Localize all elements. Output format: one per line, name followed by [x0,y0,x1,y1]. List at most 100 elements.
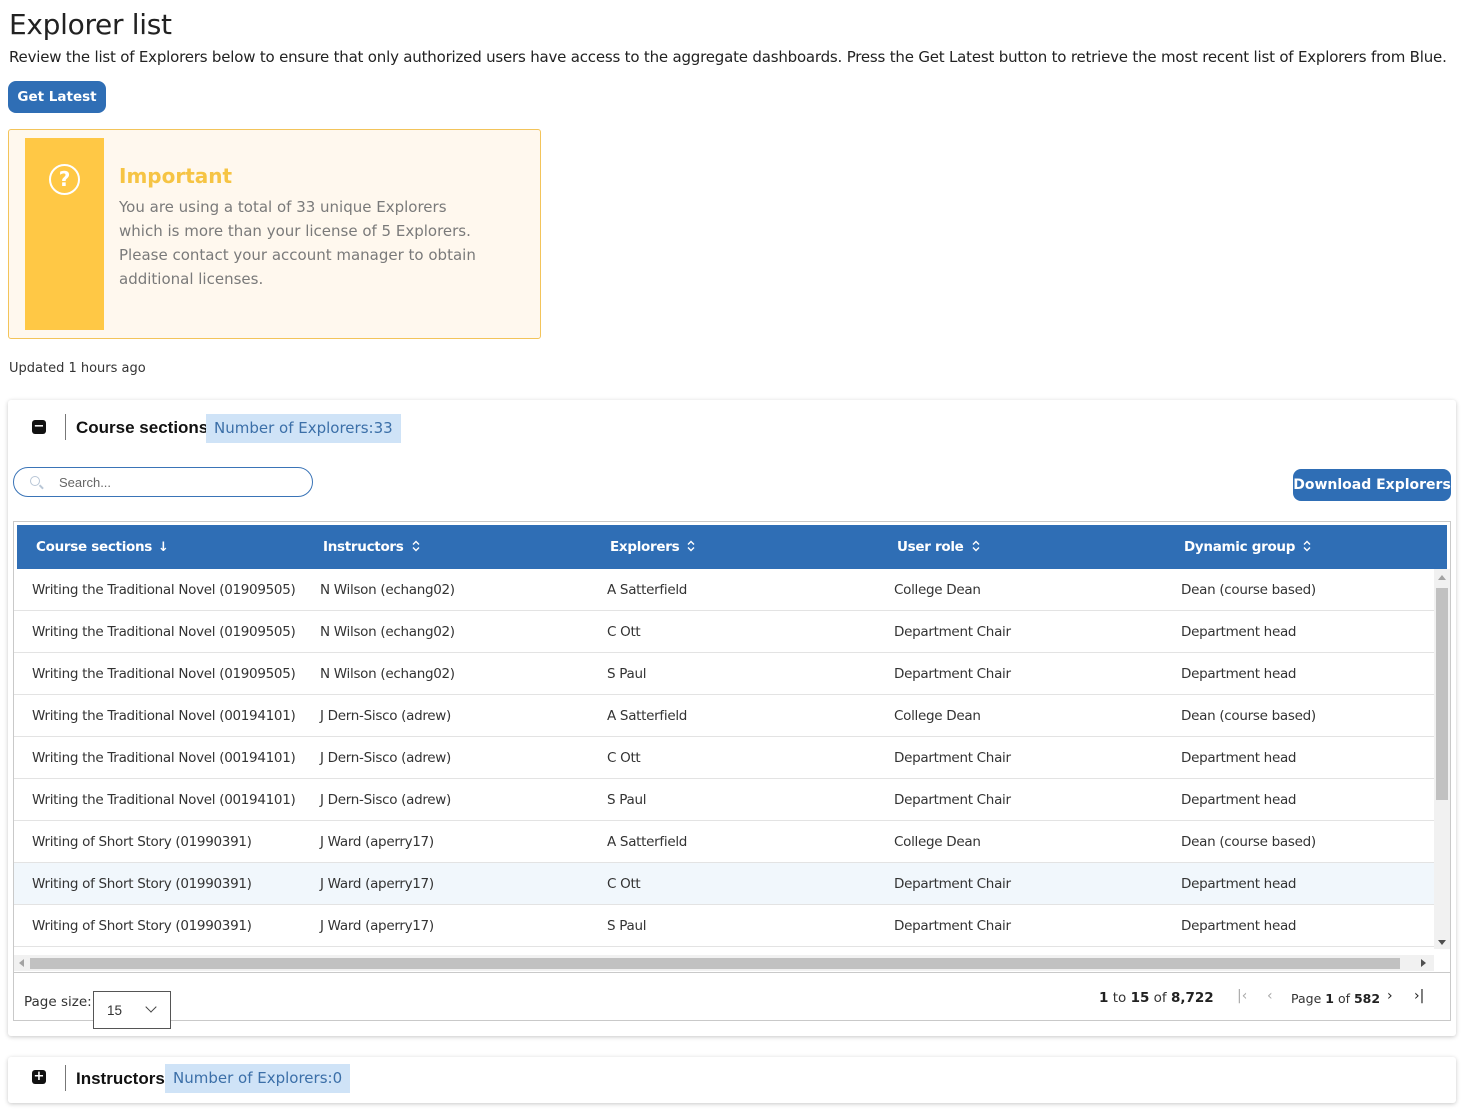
cell-dynamic-group: Department head [1181,876,1297,892]
horizontal-scrollbar[interactable] [14,955,1434,971]
cell-course-section: Writing the Traditional Novel (01909505) [32,624,296,640]
cell-dynamic-group: Dean (course based) [1181,708,1316,724]
grid-body: Writing the Traditional Novel (01909505)… [14,569,1434,949]
cell-dynamic-group: Department head [1181,918,1297,934]
cell-explorer: S Paul [607,666,647,682]
cell-dynamic-group: Dean (course based) [1181,834,1316,850]
table-row[interactable]: Writing of Short Story (01990391) J Ward… [14,905,1434,947]
cell-instructor: J Ward (aperry17) [320,834,434,850]
grid-footer: Page size: 15 1 to 15 of 8,722 |‹ ‹ Page… [14,972,1450,1029]
cell-dynamic-group: Department head [1181,624,1297,640]
col-header-dynamic-group[interactable]: Dynamic group [1184,525,1311,569]
cell-course-section: Writing the Traditional Novel (00194101) [32,750,296,766]
cell-course-section: Writing the Traditional Novel (01909505) [32,582,296,598]
cell-dynamic-group: Department head [1181,666,1297,682]
cell-explorer: S Paul [607,918,647,934]
table-row[interactable]: Writing of Short Story (01990391) J Ward… [14,863,1434,905]
table-row[interactable]: Writing the Traditional Novel (00194101)… [14,737,1434,779]
cell-dynamic-group: Dean (course based) [1181,582,1316,598]
table-row[interactable]: Writing the Traditional Novel (01909505)… [14,611,1434,653]
intro-text: Review the list of Explorers below to en… [9,48,1447,66]
arrow-down-icon: ↓ [158,540,169,555]
grid-header: Course sections ↓ Instructors Explorers U… [17,525,1447,569]
search-icon [30,476,40,486]
instructors-panel: + Instructors Number of Explorers:0 [8,1057,1456,1103]
scroll-down-icon[interactable] [1438,940,1446,945]
cell-user-role: College Dean [894,582,981,598]
table-row[interactable]: Writing the Traditional Novel (00194101)… [14,695,1434,737]
cell-dynamic-group: Department head [1181,750,1297,766]
cell-instructor: N Wilson (echang02) [320,624,455,640]
last-page-icon[interactable]: ›| [1414,988,1424,1004]
cell-instructor: J Dern-Sisco (adrew) [320,792,452,808]
col-header-course-sections[interactable]: Course sections ↓ [36,525,169,569]
chevron-down-icon [145,1001,157,1013]
previous-page-icon[interactable]: ‹ [1267,988,1273,1004]
cell-instructor: N Wilson (echang02) [320,666,455,682]
sort-updown-icon [412,540,420,552]
get-latest-button[interactable]: Get Latest [8,81,106,113]
cell-explorer: C Ott [607,750,641,766]
important-notice: ? Important You are using a total of 33 … [8,129,541,339]
vertical-scrollbar[interactable] [1434,569,1450,949]
panel-title: Instructors [76,1069,165,1088]
explorer-grid: Course sections ↓ Instructors Explorers U… [13,521,1451,1029]
cell-user-role: College Dean [894,834,981,850]
search-box[interactable] [13,467,313,497]
cell-explorer: A Satterfield [607,582,688,598]
explorer-count-badge: Number of Explorers:0 [165,1064,351,1093]
cell-course-section: Writing the Traditional Novel (01909505) [32,666,296,682]
page-size-label: Page size: [24,994,92,1010]
search-input[interactable] [59,474,299,491]
cell-instructor: N Wilson (echang02) [320,582,455,598]
cell-course-section: Writing of Short Story (01990391) [32,876,252,892]
cell-user-role: College Dean [894,708,981,724]
cell-user-role: Department Chair [894,624,1011,640]
scroll-thumb[interactable] [1436,588,1448,800]
scroll-up-icon[interactable] [1438,575,1446,580]
sort-updown-icon [972,540,980,552]
cell-explorer: A Satterfield [607,708,688,724]
table-row[interactable]: Writing the Traditional Novel (01909505)… [14,569,1434,611]
cell-course-section: Writing of Short Story (01990391) [32,918,252,934]
cell-explorer: C Ott [607,876,641,892]
cell-explorer: C Ott [607,624,641,640]
cell-explorer: S Paul [607,792,647,808]
divider [65,1065,66,1091]
cell-user-role: Department Chair [894,792,1011,808]
cell-course-section: Writing the Traditional Novel (00194101) [32,792,296,808]
col-header-explorers[interactable]: Explorers [610,525,695,569]
next-page-icon[interactable]: › [1387,988,1393,1004]
divider [65,414,66,440]
plus-icon[interactable]: + [32,1070,46,1084]
download-explorers-button[interactable]: Download Explorers [1293,469,1451,501]
first-page-icon[interactable]: |‹ [1237,988,1247,1004]
explorer-count-badge: Number of Explorers:33 [206,414,401,443]
cell-explorer: A Satterfield [607,834,688,850]
cell-user-role: Department Chair [894,666,1011,682]
scroll-left-icon[interactable] [19,959,24,967]
course-sections-panel: − Course sections Number of Explorers:33… [8,400,1456,1036]
table-row[interactable]: Writing the Traditional Novel (01909505)… [14,653,1434,695]
notice-message: You are using a total of 33 unique Explo… [119,198,476,288]
minus-icon[interactable]: − [32,420,46,434]
page-size-value: 15 [107,1003,123,1018]
scroll-thumb[interactable] [30,958,1400,969]
page-size-select[interactable]: 15 [93,991,171,1029]
col-header-instructors[interactable]: Instructors [323,525,420,569]
updated-text: Updated 1 hours ago [9,361,146,376]
cell-instructor: J Ward (aperry17) [320,876,434,892]
scroll-right-icon[interactable] [1421,959,1426,967]
cell-instructor: J Dern-Sisco (adrew) [320,708,452,724]
cell-user-role: Department Chair [894,750,1011,766]
cell-course-section: Writing the Traditional Novel (00194101) [32,708,296,724]
panel-title: Course sections [76,418,209,437]
table-row[interactable]: Writing the Traditional Novel (00194101)… [14,779,1434,821]
col-header-user-role[interactable]: User role [897,525,980,569]
sort-updown-icon [1303,540,1311,552]
cell-user-role: Department Chair [894,876,1011,892]
cell-course-section: Writing of Short Story (01990391) [32,834,252,850]
notice-title: Important [119,164,233,188]
cell-dynamic-group: Department head [1181,792,1297,808]
table-row[interactable]: Writing of Short Story (01990391) J Ward… [14,821,1434,863]
